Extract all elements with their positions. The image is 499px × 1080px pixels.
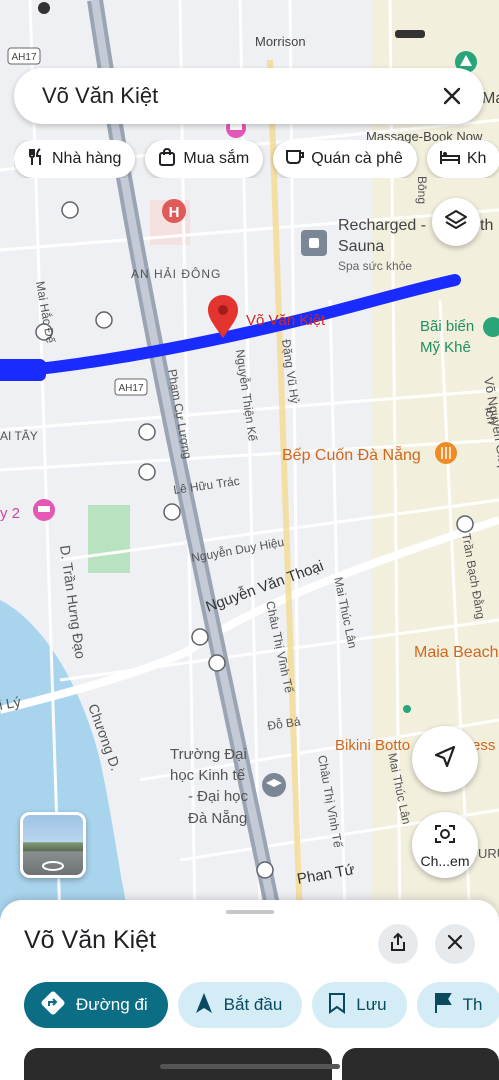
hotel-icon[interactable]: [33, 499, 55, 521]
place-label: Recharged -: [338, 217, 426, 234]
neighborhood-label: AI TÂY: [0, 428, 38, 443]
navigation-arrow-icon: [194, 992, 214, 1019]
place-label: Mỹ Khê: [420, 339, 471, 356]
more-action-button[interactable]: Th: [416, 982, 499, 1028]
status-icon: [395, 30, 425, 38]
status-icon: [38, 2, 50, 14]
bookmark-icon: [328, 992, 346, 1019]
place-label: - Đại học: [188, 788, 249, 805]
hospital-icon[interactable]: H: [162, 199, 186, 223]
more-action-label: Th: [462, 995, 483, 1014]
school-icon[interactable]: [262, 773, 286, 797]
place-label: Spa sức khỏe: [338, 259, 412, 273]
chip-hotels[interactable]: Kh: [426, 140, 499, 178]
place-label: Maia Beach: [414, 644, 499, 661]
rotate-360-icon: [41, 859, 65, 875]
shopping-bag-icon: [157, 147, 177, 172]
spa-icon[interactable]: [301, 230, 327, 256]
chip-shopping[interactable]: Mua sắm: [145, 140, 264, 178]
hotel-icon: [439, 147, 461, 172]
layers-icon: [444, 208, 468, 237]
place-label: Bếp Cuốn Đà Nẵng: [282, 445, 421, 464]
svg-text:H: H: [169, 204, 180, 221]
my-location-button[interactable]: [412, 726, 478, 792]
street-label: ich: [482, 406, 499, 425]
place-label: Đà Nẵng: [188, 810, 247, 827]
lens-label: Ch...em: [420, 852, 470, 869]
close-icon[interactable]: [438, 82, 466, 110]
share-button[interactable]: [378, 924, 418, 964]
category-chips: Nhà hàng Mua sắm Quán cà phê Kh: [14, 140, 499, 178]
place-label: y 2: [0, 505, 20, 522]
start-button[interactable]: Bắt đầu: [177, 982, 303, 1028]
close-icon: [447, 934, 463, 955]
street-label: Bông: [415, 176, 429, 204]
neighborhood-label: AN HẢI ĐÔNG: [131, 266, 221, 281]
lens-button[interactable]: Ch...em: [412, 812, 478, 878]
save-label: Lưu: [356, 995, 387, 1014]
beach-icon[interactable]: [403, 705, 411, 713]
navigation-arrow-icon: [432, 744, 458, 775]
place-label: Morrison: [255, 34, 306, 49]
place-label: th: [480, 217, 493, 234]
flag-icon: [433, 992, 453, 1019]
chip-label: Nhà hàng: [52, 150, 122, 167]
chip-restaurants[interactable]: Nhà hàng: [14, 140, 136, 178]
highway-shield: AH17: [7, 47, 41, 65]
share-icon: [388, 932, 408, 957]
restaurant-icon[interactable]: [435, 442, 457, 464]
place-label: URU: [478, 846, 499, 861]
place-label: Bãi biển: [420, 318, 474, 335]
place-label: Sauna: [338, 238, 384, 255]
gesture-nav-bar[interactable]: [160, 1064, 340, 1069]
highway-label: AH17: [118, 383, 143, 394]
place-label: Trường Đại: [170, 746, 247, 763]
coffee-icon: [285, 147, 305, 172]
park-area: [88, 505, 130, 573]
chip-coffee[interactable]: Quán cà phê: [273, 140, 417, 178]
chip-label: Mua sắm: [183, 150, 250, 167]
place-label: học Kinh tế: [170, 767, 246, 784]
restaurant-icon: [26, 147, 46, 172]
directions-icon: [40, 990, 66, 1021]
place-title: Võ Văn Kiệt: [24, 926, 157, 954]
pin-label: Võ Văn Kiệt: [246, 312, 326, 329]
street-view-thumbnail[interactable]: [20, 812, 86, 878]
camera-lens-icon: [433, 822, 457, 851]
close-sheet-button[interactable]: [435, 924, 475, 964]
place-photo[interactable]: [342, 1048, 499, 1080]
action-buttons: Đường đi Bắt đầu Lưu Th: [24, 982, 499, 1028]
drag-handle[interactable]: [226, 910, 274, 914]
search-input[interactable]: Võ Văn Kiệt: [42, 83, 438, 109]
highway-label: AH17: [11, 52, 36, 63]
save-button[interactable]: Lưu: [312, 982, 407, 1028]
layers-button[interactable]: [432, 198, 480, 246]
directions-label: Đường đi: [76, 995, 148, 1014]
place-label: Ma: [482, 90, 499, 107]
chip-label: Quán cà phê: [311, 150, 403, 167]
chip-label: Kh: [466, 150, 487, 167]
start-label: Bắt đầu: [223, 995, 283, 1014]
place-bottom-sheet[interactable]: Võ Văn Kiệt Đường đi Bắt đầu Lưu Th: [0, 900, 499, 1080]
search-bar[interactable]: Võ Văn Kiệt: [14, 68, 484, 124]
directions-button[interactable]: Đường đi: [24, 982, 168, 1028]
highway-shield: AH17: [114, 378, 148, 396]
